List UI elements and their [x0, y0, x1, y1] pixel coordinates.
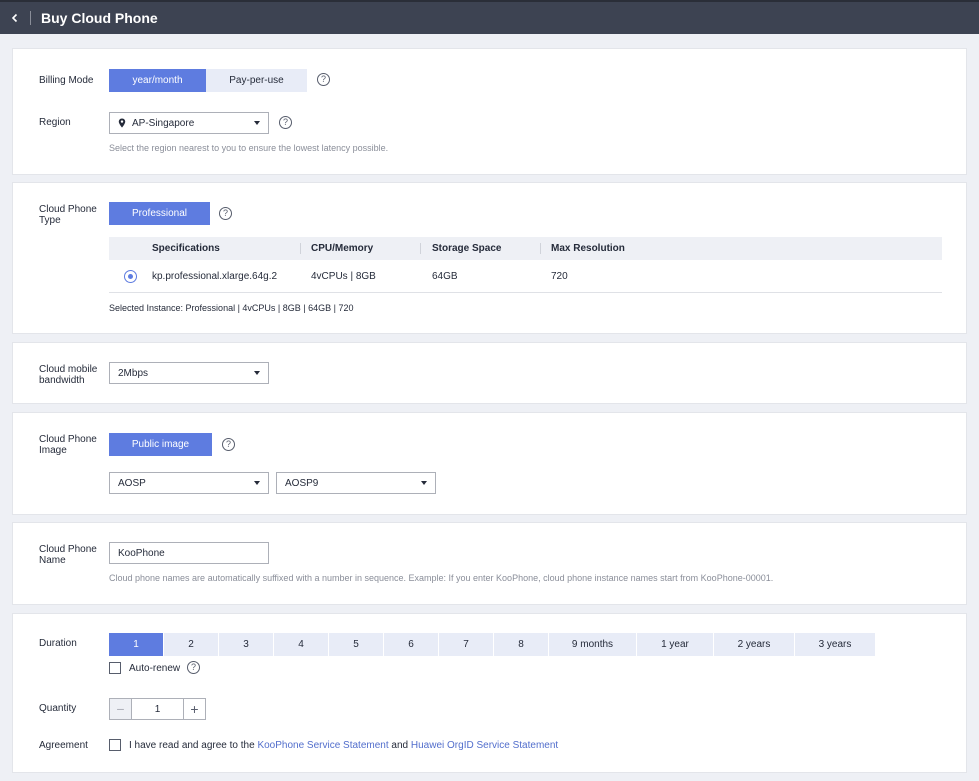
region-label: Region [39, 117, 71, 128]
phone-type-card: Cloud Phone Type Professional ? Specific… [12, 182, 967, 334]
location-pin-icon [118, 118, 126, 128]
billing-option-yearly[interactable]: year/month [109, 69, 206, 92]
image-label: Cloud Phone Image [39, 434, 97, 456]
image-card: Cloud Phone Image Public image ? AOSP AO… [12, 412, 967, 515]
row-resolution: 720 [551, 270, 568, 282]
duration-option-9-months[interactable]: 9 months [549, 633, 637, 656]
col-separator [540, 243, 541, 254]
col-specifications: Specifications [152, 243, 220, 254]
selected-instance-summary: Selected Instance: Professional | 4vCPUs… [109, 303, 354, 313]
agreement-and: and [391, 740, 409, 751]
billing-mode-label: Billing Mode [39, 75, 94, 86]
plus-icon[interactable]: + [183, 699, 205, 719]
duration-option-2[interactable]: 2 [164, 633, 219, 656]
spec-table: Specifications CPU/Memory Storage Space … [109, 237, 942, 293]
phone-type-label: Cloud Phone Type [39, 204, 97, 226]
col-storage-space: Storage Space [432, 243, 502, 254]
col-separator [300, 243, 301, 254]
image-version-select[interactable]: AOSP9 [276, 472, 436, 494]
chevron-left-icon [11, 13, 18, 23]
public-image-button[interactable]: Public image [109, 433, 212, 456]
name-label: Cloud Phone Name [39, 544, 97, 566]
phone-type-professional-button[interactable]: Professional [109, 202, 210, 225]
duration-card: Duration 1 2 3 4 5 6 7 8 9 months 1 year… [12, 613, 967, 773]
image-os-select[interactable]: AOSP [109, 472, 269, 494]
image-version-value: AOSP9 [285, 477, 319, 489]
bandwidth-select[interactable]: 2Mbps [109, 362, 269, 384]
duration-option-1[interactable]: 1 [109, 633, 164, 656]
quantity-label: Quantity [39, 703, 77, 714]
row-storage: 64GB [432, 270, 458, 282]
duration-option-6[interactable]: 6 [384, 633, 439, 656]
bandwidth-value: 2Mbps [118, 367, 149, 379]
duration-selector: 1 2 3 4 5 6 7 8 9 months 1 year 2 years … [109, 633, 875, 656]
top-bar: Buy Cloud Phone [0, 0, 979, 34]
caret-down-icon [254, 371, 260, 375]
agreement-checkbox[interactable] [109, 739, 121, 751]
bandwidth-card: Cloud mobile bandwidth 2Mbps [12, 342, 967, 404]
auto-renew-checkbox[interactable] [109, 662, 121, 674]
duration-option-5[interactable]: 5 [329, 633, 384, 656]
spec-radio[interactable] [124, 270, 137, 283]
billing-region-card: Billing Mode year/month Pay-per-use ? Re… [12, 48, 967, 175]
duration-label: Duration [39, 638, 77, 649]
row-cpu-memory: 4vCPUs | 8GB [311, 270, 376, 282]
name-card: Cloud Phone Name KooPhone Cloud phone na… [12, 522, 967, 605]
caret-down-icon [421, 481, 427, 485]
auto-renew-help-icon[interactable]: ? [187, 661, 200, 674]
col-cpu-memory: CPU/Memory [311, 243, 374, 254]
caret-down-icon [254, 481, 260, 485]
col-max-resolution: Max Resolution [551, 243, 625, 254]
huawei-orgid-statement-link[interactable]: Huawei OrgID Service Statement [411, 740, 558, 751]
title-divider [30, 11, 31, 25]
kophone-service-statement-link[interactable]: KooPhone Service Statement [257, 740, 388, 751]
duration-option-1-year[interactable]: 1 year [637, 633, 714, 656]
duration-option-8[interactable]: 8 [494, 633, 549, 656]
region-help-icon[interactable]: ? [279, 116, 292, 129]
duration-option-2-years[interactable]: 2 years [714, 633, 795, 656]
agreement-prefix: I have read and agree to the [129, 740, 255, 751]
col-separator [420, 243, 421, 254]
back-button[interactable] [0, 3, 30, 33]
region-hint: Select the region nearest to you to ensu… [109, 143, 389, 153]
billing-help-icon[interactable]: ? [317, 73, 330, 86]
bandwidth-label: Cloud mobile bandwidth [39, 364, 98, 386]
billing-mode-selector: year/month Pay-per-use [109, 69, 307, 92]
agreement-label: Agreement [39, 740, 88, 751]
image-help-icon[interactable]: ? [222, 438, 235, 451]
row-spec: kp.professional.xlarge.64g.2 [152, 270, 278, 282]
duration-option-7[interactable]: 7 [439, 633, 494, 656]
phone-type-help-icon[interactable]: ? [219, 207, 232, 220]
quantity-input[interactable]: 1 [132, 699, 183, 719]
image-os-value: AOSP [118, 477, 146, 489]
duration-option-3-years[interactable]: 3 years [795, 633, 875, 656]
billing-option-pay-per-use[interactable]: Pay-per-use [206, 69, 307, 92]
duration-option-4[interactable]: 4 [274, 633, 329, 656]
table-row[interactable]: kp.professional.xlarge.64g.2 4vCPUs | 8G… [109, 260, 942, 293]
agreement-text: I have read and agree to the KooPhone Se… [129, 740, 558, 751]
duration-option-3[interactable]: 3 [219, 633, 274, 656]
region-value: AP-Singapore [132, 117, 195, 129]
phone-name-input[interactable]: KooPhone [109, 542, 269, 564]
name-hint: Cloud phone names are automatically suff… [109, 573, 774, 583]
spec-table-header: Specifications CPU/Memory Storage Space … [109, 237, 942, 260]
minus-icon[interactable]: − [110, 699, 132, 719]
auto-renew-label[interactable]: Auto-renew [129, 663, 180, 674]
caret-down-icon [254, 121, 260, 125]
page-title: Buy Cloud Phone [41, 10, 158, 26]
quantity-stepper: − 1 + [109, 698, 206, 720]
region-select[interactable]: AP-Singapore [109, 112, 269, 134]
